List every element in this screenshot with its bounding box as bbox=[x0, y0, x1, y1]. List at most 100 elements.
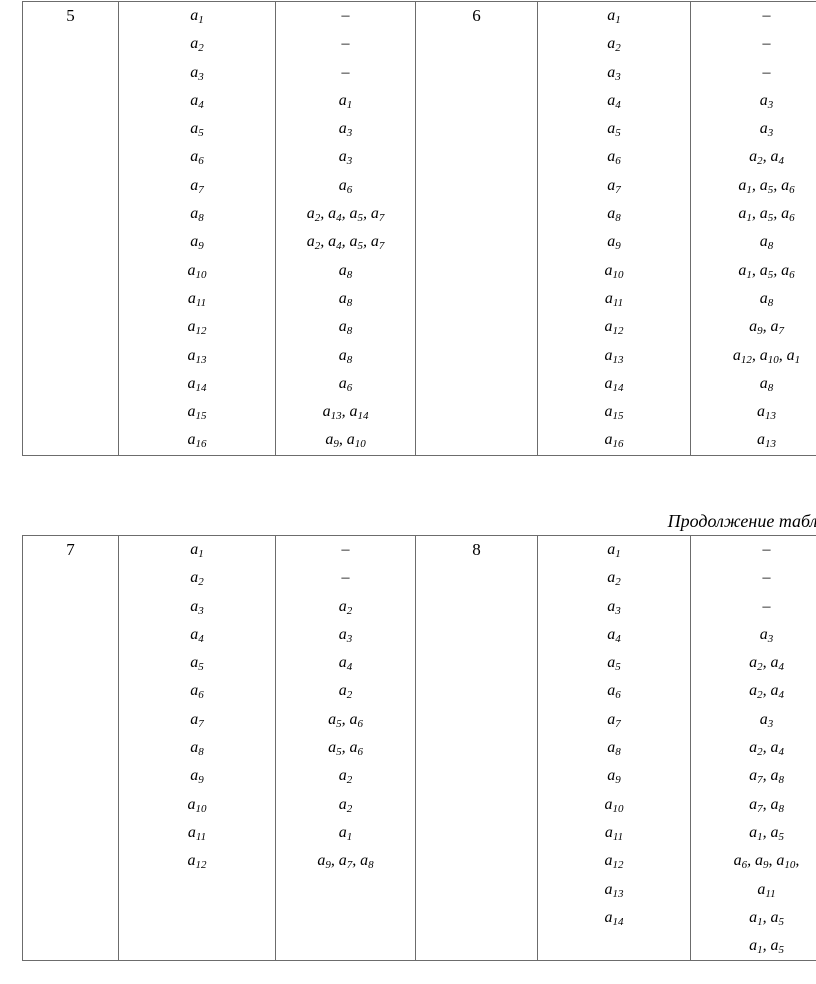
variable-token: a5 bbox=[328, 739, 342, 759]
element-label: a3 bbox=[538, 59, 690, 87]
variable-token: a6 bbox=[607, 682, 621, 702]
predecessor-list-cell-6: – – – a3 a3 a2, a4 a1, a5, a6 a1, a5, a6 a8 a1, a… bbox=[690, 1, 816, 456]
element-label: a2 bbox=[119, 30, 275, 58]
variable-token: a14 bbox=[604, 374, 624, 394]
predecessor-value: a8 bbox=[276, 313, 415, 341]
variable-token: a8 bbox=[338, 346, 353, 366]
empty-marker: – bbox=[762, 7, 771, 24]
predecessor-value: a8 bbox=[276, 257, 415, 285]
predecessor-value: a2 bbox=[276, 762, 415, 790]
variable-token: a1 bbox=[190, 541, 204, 560]
variable-token: a4 bbox=[607, 625, 621, 645]
variable-token: a2 bbox=[749, 682, 763, 702]
variable-token: a9 bbox=[317, 852, 331, 872]
variable-token: a4 bbox=[770, 739, 784, 759]
variable-token: a7 bbox=[607, 710, 621, 730]
predecessor-value: a3 bbox=[276, 143, 415, 171]
variable-token: a1 bbox=[738, 261, 752, 281]
element-label: a11 bbox=[538, 819, 690, 847]
variable-token: a11 bbox=[757, 880, 776, 900]
predecessor-list-cell-7: – – a2 a3 a4 a2 a5, a6 a5, a6 a2 a2 a1 a9, a7, a8 bbox=[275, 534, 416, 962]
element-label: a13 bbox=[538, 342, 690, 370]
element-list-cell-8: a1 a2 a3 a4 a5 a6 a7 a8 a9 a10 a11 a12 a13 a14 bbox=[537, 534, 691, 962]
variable-token: a7 bbox=[370, 233, 385, 253]
block-number-cell-5: 5 bbox=[22, 1, 119, 456]
variable-token: a12 bbox=[187, 852, 207, 872]
element-label: a4 bbox=[538, 87, 690, 115]
element-label bbox=[538, 932, 690, 960]
variable-token: a7 bbox=[190, 176, 204, 196]
element-label: a16 bbox=[538, 426, 690, 454]
predecessor-value: – bbox=[276, 536, 415, 564]
element-label: a11 bbox=[538, 285, 690, 313]
continuation-caption: Продолжение табл. bbox=[667, 511, 816, 531]
predecessor-value: a2 bbox=[276, 677, 415, 705]
element-label: a13 bbox=[538, 876, 690, 904]
variable-token: a5 bbox=[607, 654, 621, 674]
predecessor-value: a1, a5 bbox=[749, 823, 784, 843]
element-label: a4 bbox=[119, 87, 275, 115]
predecessor-value: – bbox=[691, 593, 816, 621]
variable-token: a9 bbox=[607, 767, 621, 787]
predecessor-value: – bbox=[691, 536, 816, 564]
variable-token: a14 bbox=[187, 374, 207, 394]
variable-token: a4 bbox=[328, 205, 342, 225]
element-label: a2 bbox=[538, 564, 690, 592]
predecessor-value: a1, a5 bbox=[749, 937, 784, 957]
element-label: a15 bbox=[119, 398, 275, 426]
predecessor-value: – bbox=[691, 2, 816, 30]
variable-token: a6 bbox=[349, 739, 363, 759]
variable-token: a7 bbox=[190, 710, 204, 730]
variable-token: a3 bbox=[338, 148, 353, 168]
variable-token: a4 bbox=[607, 91, 621, 111]
predecessor-value: a8 bbox=[691, 285, 816, 313]
element-label: a14 bbox=[119, 370, 275, 398]
table-row: 5 a1 a2 a3 a4 a5 a6 a7 a8 a9 a10 a11 a12 a13 a14 a15 a1… bbox=[22, 1, 816, 456]
variable-token: a7 bbox=[749, 767, 763, 787]
variable-token: a1 bbox=[338, 91, 353, 111]
variable-token: a1 bbox=[786, 346, 801, 366]
predecessor-value: a13 bbox=[691, 398, 816, 426]
predecessor-value: – bbox=[691, 564, 816, 592]
variable-token: a3 bbox=[338, 625, 353, 645]
predecessor-value: a13 bbox=[691, 426, 816, 454]
element-label: a2 bbox=[119, 564, 275, 592]
empty-marker: – bbox=[762, 597, 771, 615]
predecessor-value: a2, a4, a5, a7 bbox=[306, 205, 385, 225]
variable-token: a9 bbox=[325, 431, 339, 451]
element-list-cell-7: a1 a2 a3 a4 a5 a6 a7 a8 a9 a10 a11 a12 bbox=[118, 534, 276, 962]
element-label: a4 bbox=[119, 621, 275, 649]
variable-token: a13 bbox=[604, 880, 624, 900]
element-label: a8 bbox=[538, 734, 690, 762]
element-label: a8 bbox=[538, 200, 690, 228]
variable-token: a12 bbox=[187, 318, 207, 338]
predecessor-value: a1 bbox=[276, 87, 415, 115]
predecessor-value: a11 bbox=[691, 876, 816, 904]
predecessor-value: a12, a10, a1 bbox=[732, 346, 801, 366]
variable-token: a4 bbox=[190, 91, 204, 111]
element-label: a14 bbox=[538, 370, 690, 398]
table-continuation-part-2: 7 a1 a2 a3 a4 a5 a6 a7 a8 a9 a10 a11 a12 – – a2 a3 a4 a2… bbox=[22, 534, 816, 962]
variable-token: a11 bbox=[604, 823, 624, 843]
predecessor-value: a6, a9, a10, bbox=[733, 852, 800, 872]
variable-token: a2 bbox=[749, 654, 763, 674]
variable-token: a5 bbox=[759, 261, 774, 281]
variable-token: a1 bbox=[749, 908, 763, 928]
element-label: a5 bbox=[538, 649, 690, 677]
variable-token: a8 bbox=[607, 205, 621, 225]
variable-token: a11 bbox=[604, 289, 624, 309]
predecessor-value: a7, a8 bbox=[749, 795, 784, 815]
predecessor-value: a3 bbox=[276, 115, 415, 143]
empty-marker: – bbox=[341, 63, 350, 81]
block-number-cell-6: 6 bbox=[415, 1, 538, 456]
predecessor-value: a8 bbox=[691, 228, 816, 256]
element-label: a3 bbox=[538, 593, 690, 621]
element-label: a8 bbox=[119, 734, 275, 762]
predecessor-value: a3 bbox=[691, 87, 816, 115]
variable-token: a13 bbox=[187, 346, 207, 366]
predecessor-value: a1, a5 bbox=[749, 908, 784, 928]
variable-token: a10 bbox=[346, 431, 366, 451]
predecessor-value: a2 bbox=[276, 593, 415, 621]
predecessor-value: a1, a5, a6 bbox=[738, 261, 795, 281]
empty-marker: – bbox=[762, 63, 771, 81]
